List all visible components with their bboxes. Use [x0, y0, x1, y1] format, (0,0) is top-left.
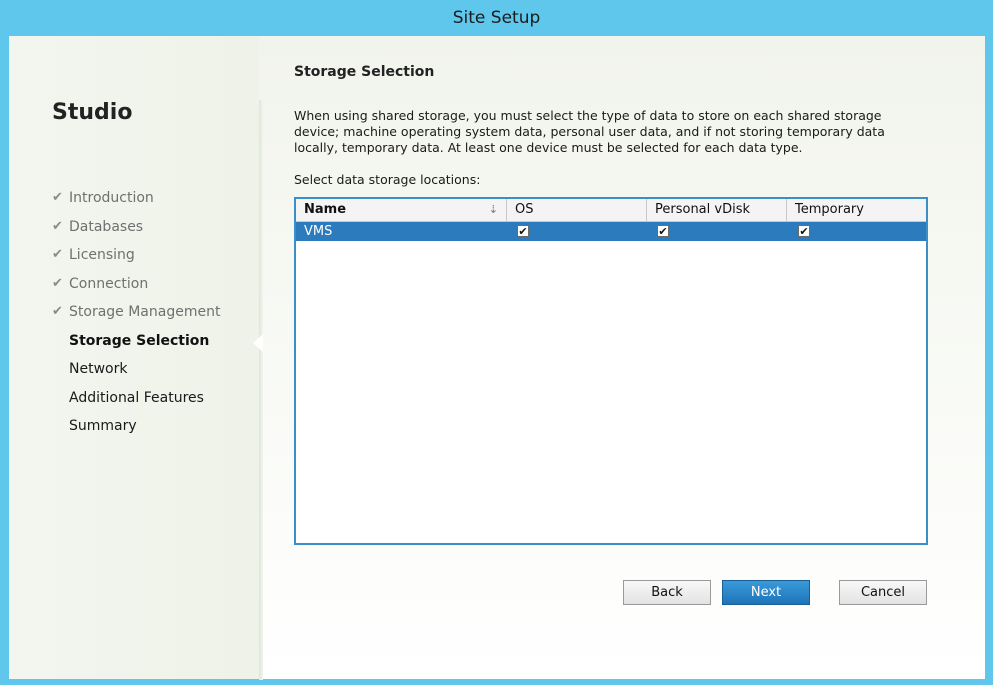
check-icon: ✔ [52, 275, 63, 291]
column-header-os[interactable]: OS [507, 199, 647, 221]
step-summary: Summary [52, 416, 220, 445]
main-content: Storage Selection When using shared stor… [294, 64, 934, 187]
check-icon: ✔ [52, 247, 63, 262]
step-storage-management: ✔ Storage Management [52, 302, 220, 331]
cancel-button[interactable]: Cancel [839, 580, 927, 605]
current-step-pointer [253, 334, 263, 352]
storage-grid[interactable]: Name ⇣ OS Personal vDisk Temporary VMS ✔… [294, 197, 928, 545]
step-databases: ✔ Databases [52, 217, 220, 246]
step-introduction: ✔ Introduction [52, 188, 220, 217]
storage-list-label: Select data storage locations: [294, 172, 481, 187]
step-licensing: ✔ Licensing [52, 245, 220, 274]
check-icon: ✔ [52, 190, 63, 205]
back-button[interactable]: Back [623, 580, 711, 605]
column-header-label: Name [304, 202, 347, 217]
page-description: When using shared storage, you must sele… [294, 108, 885, 155]
grid-header: Name ⇣ OS Personal vDisk Temporary [296, 199, 926, 222]
table-row[interactable]: VMS ✔ ✔ ✔ [296, 222, 926, 241]
step-label: Network [69, 361, 128, 377]
check-icon: ✔ [52, 304, 63, 319]
step-label: Additional Features [69, 389, 204, 406]
os-checkbox[interactable]: ✔ [517, 225, 529, 238]
brand-title: Studio [52, 100, 133, 125]
check-icon: ✔ [52, 218, 63, 234]
step-label: Licensing [69, 247, 135, 263]
personal-vdisk-checkbox[interactable]: ✔ [657, 225, 669, 238]
sidebar: Studio ✔ Introduction ✔ Databases ✔ Lice… [9, 36, 259, 679]
window-title: Site Setup [452, 8, 541, 28]
step-label: Storage Selection [69, 332, 210, 349]
step-connection: ✔ Connection [52, 274, 220, 303]
step-label: Storage Management [69, 304, 221, 320]
wizard-steps: ✔ Introduction ✔ Databases ✔ Licensing ✔… [52, 188, 220, 445]
step-label: Summary [69, 418, 137, 434]
sort-descending-icon: ⇣ [488, 203, 498, 216]
step-label: Databases [69, 218, 144, 235]
column-header-name[interactable]: Name ⇣ [296, 199, 507, 221]
step-network: Network [52, 359, 220, 388]
column-header-temporary[interactable]: Temporary [787, 199, 926, 221]
row-name: VMS [304, 224, 333, 239]
column-header-personal-vdisk[interactable]: Personal vDisk [647, 199, 787, 221]
step-label: Connection [69, 275, 149, 292]
step-label: Introduction [69, 190, 154, 206]
temporary-checkbox[interactable]: ✔ [798, 225, 810, 238]
page-title: Storage Selection [294, 64, 435, 80]
step-additional-features: Additional Features [52, 388, 220, 417]
sidebar-divider [259, 100, 263, 680]
next-button[interactable]: Next [722, 580, 810, 605]
step-storage-selection: Storage Selection [52, 331, 220, 360]
